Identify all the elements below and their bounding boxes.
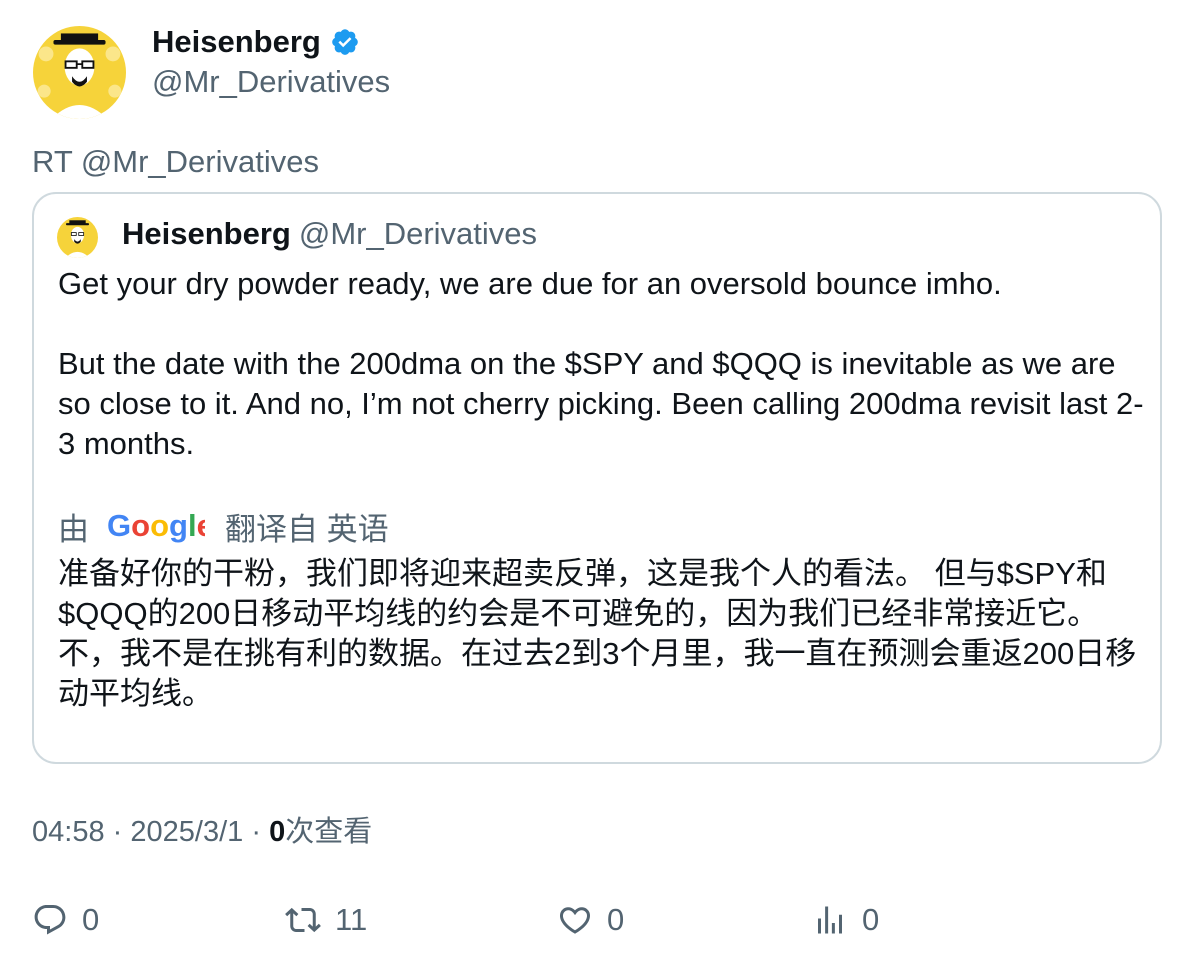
verified-badge-icon — [330, 27, 360, 57]
author-name-row: Heisenberg — [152, 22, 360, 62]
views-count: 0 — [269, 816, 286, 848]
tweet-date[interactable]: 2025/3/1 — [130, 816, 243, 848]
views-action-count: 0 — [862, 902, 880, 937]
analytics-icon — [818, 906, 842, 934]
meta-separator: · — [251, 816, 261, 848]
like-button[interactable]: 0 — [557, 898, 624, 942]
retweet-icon — [285, 907, 321, 933]
translation-suffix: 翻译自 英语 — [225, 511, 389, 547]
google-logo-icon: Google — [107, 509, 205, 543]
translation-attribution: 由 Google 翻译自 英语 — [58, 505, 389, 547]
svg-text:Google: Google — [107, 509, 205, 543]
author-handle[interactable]: @Mr_Derivatives — [152, 62, 390, 102]
reply-count: 0 — [82, 902, 100, 937]
quoted-author-line: Heisenberg @Mr_Derivatives — [122, 214, 537, 254]
translation-prefix: 由 — [58, 511, 89, 547]
author-avatar[interactable] — [33, 26, 126, 119]
meta-separator: · — [112, 816, 123, 848]
quoted-paragraph-1: Get your dry powder ready, we are due fo… — [58, 266, 1002, 301]
views-button[interactable]: 0 — [812, 898, 879, 942]
retweet-text: RT @Mr_Derivatives — [32, 144, 319, 179]
retweet-count: 11 — [335, 902, 368, 937]
quoted-author-avatar[interactable] — [57, 217, 98, 258]
tweet-time[interactable]: 04:58 — [32, 816, 105, 848]
retweet-button[interactable]: 11 — [285, 898, 367, 942]
tweet-meta: 04:58 · 2025/3/1 · 0次查看 — [32, 812, 372, 852]
like-count: 0 — [607, 902, 625, 937]
quoted-tweet-text: Get your dry powder ready, we are due fo… — [58, 264, 1148, 464]
quoted-author-handle[interactable]: @Mr_Derivatives — [299, 216, 537, 251]
quoted-paragraph-2: But the date with the 200dma on the $SPY… — [58, 346, 1144, 461]
quoted-author-name[interactable]: Heisenberg — [122, 216, 291, 251]
author-name[interactable]: Heisenberg — [152, 22, 321, 62]
views-label: 次查看 — [285, 816, 373, 848]
heisenberg-avatar-image-small — [57, 217, 98, 258]
reply-icon — [34, 905, 66, 935]
reply-button[interactable]: 0 — [32, 898, 99, 942]
heisenberg-avatar-image — [33, 26, 126, 119]
heart-icon — [559, 907, 591, 934]
translated-text: 准备好你的干粉，我们即将迎来超卖反弹，这是我个人的看法。 但与$SPY和$QQQ… — [58, 556, 1137, 711]
